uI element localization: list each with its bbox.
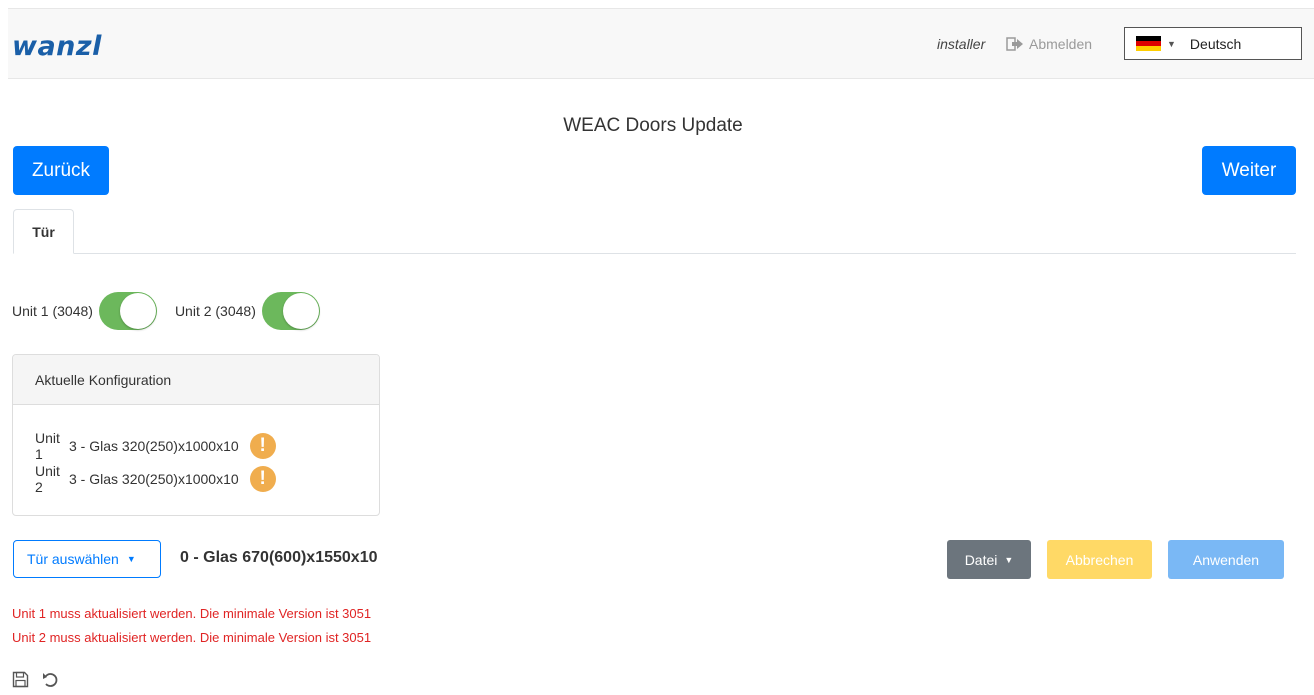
- unit-1-toggle-label: Unit 1 (3048): [12, 303, 93, 319]
- next-button[interactable]: Weiter: [1202, 146, 1296, 195]
- toggle-knob: [119, 293, 156, 329]
- undo-icon[interactable]: [42, 671, 59, 688]
- chevron-down-icon: ▼: [126, 554, 136, 564]
- unit-2-toggle-label: Unit 2 (3048): [174, 303, 256, 319]
- page-title: WEAC Doors Update: [563, 115, 743, 136]
- cancel-button[interactable]: Abbrechen: [1047, 540, 1152, 579]
- door-select-dropdown[interactable]: Tür auswählen ▼: [13, 540, 161, 578]
- selected-door: 0 - Glas 670(600)x1550x10: [180, 549, 378, 566]
- door-select-label: Tür auswählen: [27, 551, 119, 567]
- chevron-down-icon: ▼: [1004, 554, 1014, 565]
- current-config-panel: Aktuelle Konfiguration Unit 1 3 - Glas 3…: [12, 354, 380, 516]
- current-config-title: Aktuelle Konfiguration: [13, 355, 379, 405]
- config-unit: Unit 2: [35, 463, 60, 495]
- wanzl-logo[interactable]: wanzl: [12, 31, 102, 62]
- unit-2-toggle[interactable]: [261, 292, 320, 330]
- file-label: Datei: [964, 551, 998, 568]
- config-unit: Unit 1: [35, 430, 60, 462]
- error-message: Unit 2 muss aktualisiert werden. Die min…: [12, 630, 372, 645]
- toggle-knob: [282, 293, 319, 329]
- tab-door[interactable]: Tür: [13, 209, 74, 254]
- unit-toggles: Unit 1 (3048) Unit 2 (3048): [12, 292, 338, 330]
- config-value: 3 - Glas 320(250)x1000x10: [69, 471, 239, 487]
- logout-label: Abmelden: [1029, 36, 1093, 52]
- save-icon[interactable]: [12, 671, 29, 688]
- apply-button[interactable]: Anwenden: [1168, 540, 1284, 579]
- unit-1-toggle[interactable]: [98, 292, 157, 330]
- config-value: 3 - Glas 320(250)x1000x10: [69, 438, 239, 454]
- language-label: Deutsch: [1189, 35, 1242, 52]
- username: installer: [937, 36, 986, 52]
- warning-icon: !: [249, 466, 276, 492]
- error-message: Unit 1 muss aktualisiert werden. Die min…: [12, 606, 372, 621]
- chevron-down-icon: ▼: [1167, 38, 1176, 49]
- bottom-toolbar: [12, 671, 59, 688]
- warning-icon: !: [249, 433, 276, 459]
- config-row-unit-1: Unit 1 3 - Glas 320(250)x1000x10 !: [35, 430, 276, 462]
- language-select[interactable]: ▼ Deutsch: [1124, 27, 1302, 60]
- germany-flag-icon: [1136, 36, 1161, 51]
- file-dropdown-button[interactable]: Datei ▼: [947, 540, 1031, 579]
- top-navbar: wanzl installer Abmelden ▼ Deutsch: [8, 8, 1314, 79]
- tab-bar: Tür: [13, 209, 1296, 254]
- back-button[interactable]: Zurück: [13, 146, 109, 195]
- logout-link[interactable]: Abmelden: [1006, 36, 1092, 52]
- config-row-unit-2: Unit 2 3 - Glas 320(250)x1000x10 !: [35, 463, 276, 495]
- logout-icon: [1006, 37, 1023, 51]
